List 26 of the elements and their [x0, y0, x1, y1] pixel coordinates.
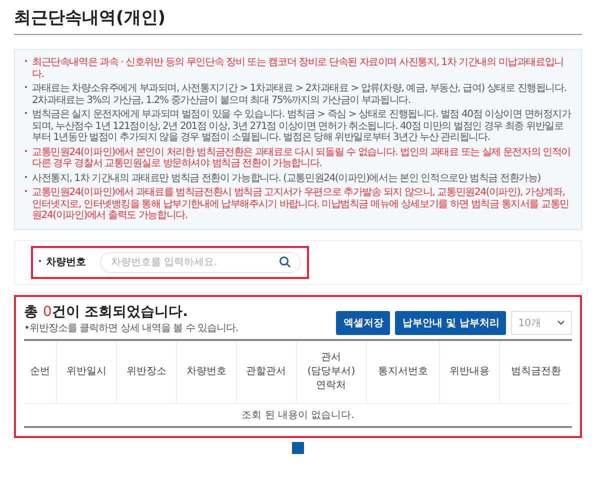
column-header: 위반장소 — [116, 340, 176, 403]
column-header: 차량번호 — [176, 340, 236, 403]
notice-text: 교통민원24(이파인)에서 과태료를 범칙금전환시 범칙금 고지서가 우편으로 추가발송 되지 않으니, 교통민원24(이파인), 가상계좌, 인터넷지로, 인터넷뱅킹을 통해 납부기한내에 납부해주시기 바랍니다. 미납범칙금 메뉴에 상세보기를 하면 범칙금 통지서를 교통민원24(이파인)에서 출력도 가능합니다. — [25, 187, 571, 222]
payment-button[interactable]: 납부안내 및 납부처리 — [395, 310, 506, 334]
empty-message: 조회 된 내용이 없습니다. — [24, 403, 572, 426]
page-title: 최근단속내역(개인) — [14, 4, 582, 35]
column-header: 순번 — [24, 340, 57, 403]
column-header: 범칙금전환 — [499, 340, 572, 403]
notice-text: 사전통지, 1차 기간내의 과태료만 범칙금 전환이 가능합니다. (교통민원24(이파인)에서는 본인 인적으로만 범칙금 전환가능) — [25, 172, 571, 184]
column-header: 위반내용 — [440, 340, 500, 403]
search-label: 차량번호 — [39, 255, 86, 269]
excel-save-button[interactable]: 엑셀저장 — [336, 310, 390, 334]
notice-text: 범칙금은 실지 운전자에게 부과되며 벌점이 있을 수 있습니다. 범칙금 > 즉심 > 상태로 진행됩니다. 벌점 40점 이상이면 면허정지가 되며, 누산점수 1년 121점이상, 2년 201점 이상, 3년 271점 이상이면 면허가 취소됩니다. 40점 미만의 벌점인 경우 최종 위반일로부터 1년동안 벌점이 추가되지 않을 경우 벌점이 소멸됩니다. 벌점은 당해 위반일로부터 3년간 누산 관리됩니다. — [25, 109, 571, 144]
column-header: 통지서번호 — [366, 340, 440, 403]
column-header: 관할관서 — [236, 340, 296, 403]
notice-text: 교통민원24(이파인)에서 본인이 처리한 범칙금전환은 과태료로 다시 되돌릴 수 없습니다. 법인의 과태료 또는 실제 운전자의 인적이 다른 경우 경찰서 교통민원실로 방문하셔야 범칙금 전환이 가능합니다. — [25, 146, 571, 170]
column-header: 위반일시 — [56, 340, 116, 403]
hint-text: •위반장소를 클릭하면 상세 내역을 볼 수 있습니다. — [24, 322, 238, 334]
page-button[interactable] — [292, 442, 304, 454]
search-icon[interactable] — [279, 256, 291, 268]
notice-text: 최근단속내역은 과속 · 신호위반 등의 무인단속 장비 또는 캠코더 장비로 단속된 자료이며 사진통지, 1차 기간내의 미납과태료입니다. — [25, 57, 571, 80]
chevron-icon — [557, 320, 565, 325]
result-count: 총 0건이 조회되었습니다. — [24, 302, 189, 320]
notice-text: 과태료는 차량소유주에게 부과되며, 사전통지기간 > 1차과태료 > 2차과태료 > 압류(차량, 예금, 부동산, 급여) 상태로 진행됩니다. 2차과태료는 3%의 가산금, 1.2% 중가산금이 붙으며 최대 75%까지의 가산금이 부과됩니다. — [25, 83, 571, 106]
column-header: 관서 (담당부서) 연락처 — [296, 340, 366, 403]
search-field[interactable]: 차량번호를 입력하세요. — [100, 252, 301, 272]
